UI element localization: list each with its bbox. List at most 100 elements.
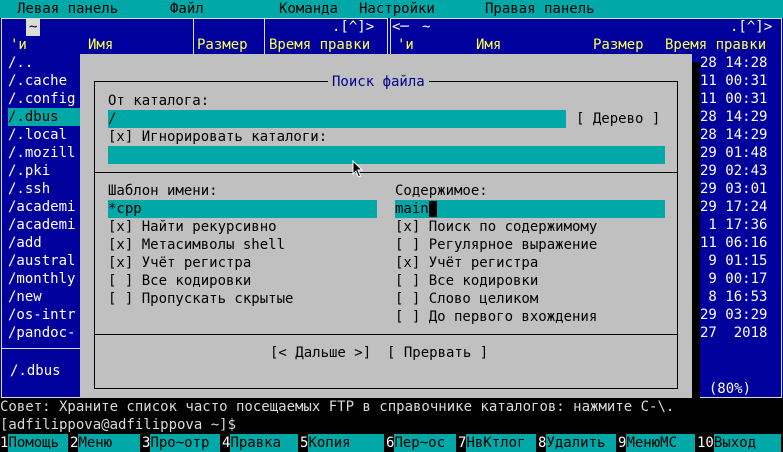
dialog-divider	[94, 172, 678, 173]
file-name: /.config	[8, 91, 76, 107]
menu-file[interactable]: Файл	[170, 0, 204, 18]
file-name: /.cache	[8, 73, 68, 89]
file-mtime[interactable]: 11 00:31	[700, 90, 767, 108]
left-header-name[interactable]: Имя	[88, 36, 113, 54]
disk-usage-status: G (80%)	[692, 381, 752, 397]
menu-right-panel[interactable]: Правая панель	[485, 0, 595, 18]
fkey-7[interactable]: 7НвКтлог	[458, 434, 537, 452]
dialog-title: Поиск файла	[328, 73, 429, 91]
fkey-number: 4	[222, 435, 231, 451]
tree-button[interactable]: [ Дерево ]	[576, 110, 660, 128]
option-checkbox[interactable]: [x] Учёт регистра	[108, 254, 251, 272]
right-header-mtime[interactable]: Время правки	[665, 36, 766, 54]
fkey-3[interactable]: 3Про~отр	[142, 434, 221, 452]
left-panel-path[interactable]: ~	[26, 18, 41, 36]
fkey-8[interactable]: 8Удалить	[538, 434, 617, 452]
file-mtime[interactable]: 11 06:16	[700, 234, 767, 252]
fkey-number: 9	[618, 435, 627, 451]
content-value: main	[395, 201, 429, 217]
file-mtime[interactable]: 9 00:17	[700, 270, 767, 288]
menu-settings[interactable]: Настройки	[359, 0, 435, 18]
right-panel-path[interactable]: ~	[422, 18, 430, 36]
file-name: /.pki	[8, 163, 51, 179]
file-name: /add	[8, 235, 42, 251]
right-header-size[interactable]: Размер	[593, 36, 644, 54]
file-name: /os-intr	[8, 307, 76, 323]
find-file-dialog: Поиск файла От каталога: / [ Дерево ] [x…	[80, 54, 692, 398]
option-checkbox[interactable]: [ ] Регулярное выражение	[395, 236, 597, 254]
ignore-dirs-checkbox[interactable]: [x] Игнорировать каталоги:	[108, 128, 327, 146]
fkey-label: Пер~ос	[394, 434, 457, 452]
fkey-6[interactable]: 6Пер~ос	[386, 434, 457, 452]
menu-bar: Левая панель Файл Команда Настройки Прав…	[0, 0, 783, 18]
option-checkbox[interactable]: [x] Поиск по содержимому	[395, 218, 597, 236]
option-checkbox[interactable]: [ ] Все кодировки	[108, 272, 251, 290]
function-key-bar: 1Помощь 2Меню 3Про~отр 4Правка 5Копия 6Пер~ос…	[0, 434, 783, 452]
fkey-label: Про~отр	[150, 434, 221, 452]
file-name: /academi	[8, 217, 76, 233]
content-input[interactable]: main	[395, 200, 665, 218]
file-name: /new	[8, 289, 42, 305]
fkey-label: НвКтлог	[466, 434, 537, 452]
right-sort-indicator[interactable]: 'и	[397, 36, 414, 54]
option-checkbox[interactable]: [ ] До первого вхождения	[395, 308, 597, 326]
file-mtime[interactable]: 28 14:29	[700, 126, 767, 144]
file-mtime[interactable]: 27 2018	[700, 324, 767, 342]
left-header-mtime[interactable]: Время правки	[269, 36, 370, 54]
from-dir-input[interactable]: /	[108, 110, 566, 128]
abort-button[interactable]: [ Прервать ]	[387, 344, 488, 362]
option-checkbox[interactable]: [x] Найти рекурсивно	[108, 218, 277, 236]
fkey-1[interactable]: 1Помощь	[0, 434, 69, 452]
file-mtime[interactable]: 11 00:31	[700, 72, 767, 90]
ignore-dirs-input[interactable]	[108, 146, 665, 164]
from-dir-value: /	[108, 111, 117, 127]
file-mtime[interactable]: 28 14:28	[700, 54, 767, 72]
file-mtime[interactable]: 1 17:36	[700, 216, 767, 234]
menu-left-panel[interactable]: Левая панель	[17, 0, 118, 18]
hint-line: Совет: Храните список часто посещаемых F…	[0, 398, 783, 416]
left-panel-scroll-marker[interactable]: .[^]>	[332, 18, 374, 36]
file-mtime[interactable]: 8 16:53	[700, 288, 767, 306]
left-header-size[interactable]: Размер	[197, 36, 248, 54]
fkey-9[interactable]: 9МенюМС	[618, 434, 696, 452]
menu-command[interactable]: Команда	[279, 0, 338, 18]
option-checkbox[interactable]: [x] Учёт регистра	[395, 254, 538, 272]
dialog-divider	[94, 334, 678, 335]
right-panel-path-prefix: <─	[392, 19, 418, 35]
option-checkbox[interactable]: [ ] Все кодировки	[395, 272, 538, 290]
file-mtime[interactable]: 29 17:24	[700, 198, 767, 216]
command-prompt[interactable]: [adfilippova@adfilippova ~]$	[0, 416, 783, 434]
file-name: /.local	[8, 127, 68, 143]
file-mtime[interactable]: 29 03:29	[700, 306, 767, 324]
fkey-number: 2	[70, 435, 79, 451]
name-pattern-label: Шаблон имени:	[108, 183, 218, 199]
fkey-4[interactable]: 4Правка	[222, 434, 299, 452]
fkey-label: Помощь	[8, 434, 69, 452]
option-checkbox[interactable]: [x] Метасимволы shell	[108, 236, 285, 254]
file-name: /academi	[8, 199, 76, 215]
right-panel-scroll-marker[interactable]: .[^]>	[730, 18, 772, 36]
fkey-label: Правка	[230, 434, 299, 452]
fkey-2[interactable]: 2Меню	[70, 434, 141, 452]
fkey-number: 7	[458, 435, 467, 451]
file-mtime[interactable]: 29 03:01	[700, 180, 767, 198]
file-mtime[interactable]: 29 02:43	[700, 162, 767, 180]
fkey-label: Удалить	[546, 434, 617, 452]
file-mtime[interactable]: 29 01:48	[700, 144, 767, 162]
name-pattern-input[interactable]: *cpp	[108, 200, 377, 218]
fkey-number: 3	[142, 435, 151, 451]
fkey-number: 10	[697, 435, 714, 451]
fkey-5[interactable]: 5Копия	[300, 434, 385, 452]
file-mtime[interactable]: 28 14:29	[700, 108, 767, 126]
file-name: /.dbus	[8, 109, 59, 125]
left-sort-indicator[interactable]: 'и	[10, 36, 27, 54]
right-header-name[interactable]: Имя	[476, 36, 501, 54]
file-mtime[interactable]: 9 01:15	[700, 252, 767, 270]
continue-button[interactable]: [< Дальше >]	[270, 344, 371, 362]
option-checkbox[interactable]: [ ] Пропускать скрытые	[108, 290, 293, 308]
option-checkbox[interactable]: [ ] Слово целиком	[395, 290, 538, 308]
fkey-10[interactable]: 10Выход	[697, 434, 782, 452]
file-name: /..	[8, 55, 34, 71]
file-name: /.ssh	[8, 181, 51, 197]
fkey-label: Выход	[713, 434, 782, 452]
